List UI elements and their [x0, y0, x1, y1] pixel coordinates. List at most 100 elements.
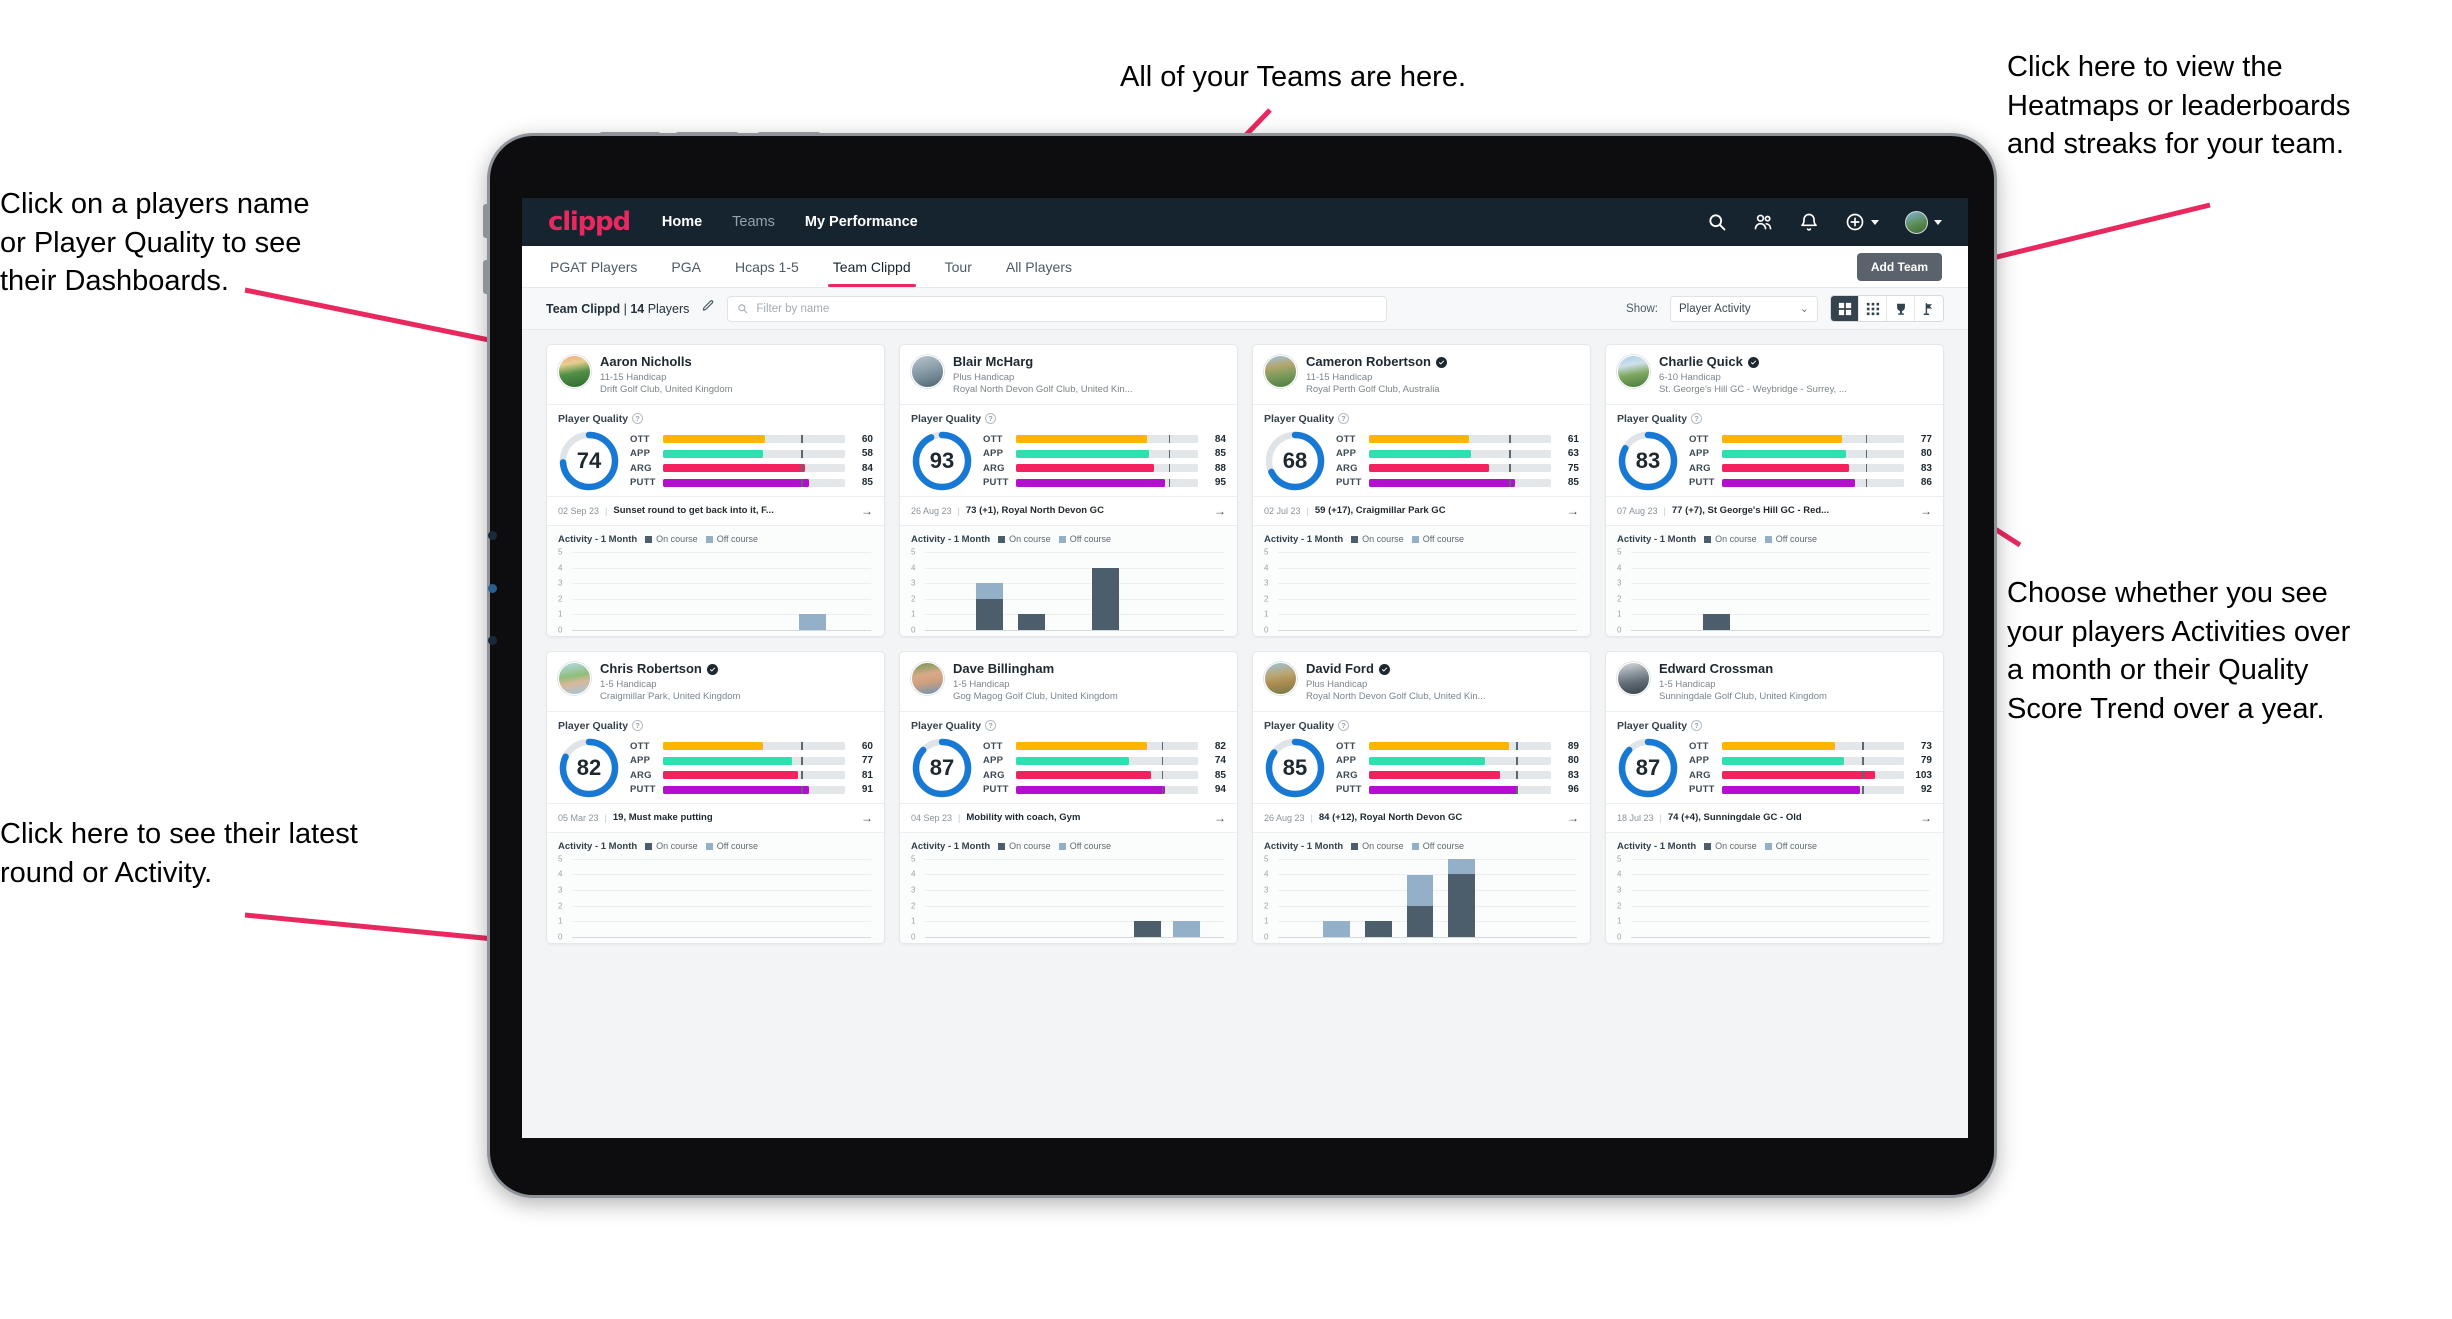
player-quality-section[interactable]: Player Quality ? 83 OTT 77 APP 80 ARG 83…: [1606, 405, 1943, 496]
player-name[interactable]: Cameron Robertson: [1306, 354, 1447, 370]
team-summary-label: Team Clippd | 14 Players: [546, 302, 689, 316]
player-quality-section[interactable]: Player Quality ? 93 OTT 84 APP 85 ARG 88…: [900, 405, 1237, 496]
player-card-header[interactable]: David Ford Plus Handicap Royal North Dev…: [1253, 652, 1590, 712]
view-toggle-flag[interactable]: [1915, 296, 1943, 321]
chart-y-tick: 5: [911, 854, 916, 864]
help-icon[interactable]: ?: [1338, 413, 1350, 425]
latest-round-row[interactable]: 02 Jul 23 | 59 (+17), Craigmillar Park G…: [1253, 495, 1590, 526]
player-name[interactable]: Dave Billingham: [953, 661, 1118, 677]
nav-link-my-performance[interactable]: My Performance: [803, 210, 920, 234]
player-name[interactable]: Chris Robertson: [600, 661, 740, 677]
player-quality-section[interactable]: Player Quality ? 85 OTT 89 APP 80 ARG 83…: [1253, 712, 1590, 803]
player-card-header[interactable]: Chris Robertson 1-5 Handicap Craigmillar…: [547, 652, 884, 712]
search-icon[interactable]: [1707, 212, 1727, 232]
quality-metrics: OTT 77 APP 80 ARG 83 PUTT 86: [1689, 434, 1932, 489]
activity-header: Activity - 1 Month On course Off course: [1264, 841, 1579, 852]
player-card-header[interactable]: Charlie Quick 6-10 Handicap St. George's…: [1606, 345, 1943, 405]
player-quality-section[interactable]: Player Quality ? 68 OTT 61 APP 63 ARG 75…: [1253, 405, 1590, 496]
player-card[interactable]: Dave Billingham 1-5 Handicap Gog Magog G…: [899, 650, 1238, 944]
arrow-right-icon[interactable]: →: [1562, 504, 1579, 518]
list-toolbar: Team Clippd | 14 Players Filter by name: [522, 288, 1968, 330]
latest-round-row[interactable]: 26 Aug 23 | 84 (+12), Royal North Devon …: [1253, 802, 1590, 833]
help-icon[interactable]: ?: [1691, 720, 1703, 732]
latest-round-row[interactable]: 07 Aug 23 | 77 (+7), St George's Hill GC…: [1606, 495, 1943, 526]
player-avatar: [911, 355, 944, 388]
player-card[interactable]: Blair McHarg Plus Handicap Royal North D…: [899, 344, 1238, 637]
chart-y-tick: 1: [1617, 916, 1622, 926]
player-quality-section[interactable]: Player Quality ? 82 OTT 60 APP 77 ARG 81…: [547, 712, 884, 803]
player-card-header[interactable]: Dave Billingham 1-5 Handicap Gog Magog G…: [900, 652, 1237, 712]
player-quality-section[interactable]: Player Quality ? 74 OTT 60 APP 58 ARG 84…: [547, 405, 884, 496]
team-members-icon[interactable]: [1753, 212, 1773, 232]
metric-label: PUTT: [630, 477, 656, 489]
player-name[interactable]: Blair McHarg: [953, 354, 1133, 370]
player-card[interactable]: David Ford Plus Handicap Royal North Dev…: [1252, 650, 1591, 944]
view-toggle-grid-large[interactable]: [1831, 296, 1859, 321]
add-team-button[interactable]: Add Team: [1856, 253, 1942, 281]
player-card[interactable]: Edward Crossman 1-5 Handicap Sunningdale…: [1605, 650, 1944, 944]
clippd-logo[interactable]: clippd: [548, 207, 631, 237]
chart-y-tick: 5: [1617, 854, 1622, 864]
quality-score-donut: 87: [1617, 737, 1679, 799]
player-name[interactable]: Edward Crossman: [1659, 661, 1827, 677]
metric-bar-fill: [1722, 771, 1875, 780]
show-select[interactable]: Player Activity ⌄: [1670, 295, 1818, 322]
arrow-right-icon[interactable]: →: [1209, 504, 1226, 518]
arrow-right-icon[interactable]: →: [1562, 811, 1579, 825]
tab-all-players[interactable]: All Players: [1004, 248, 1074, 286]
player-name[interactable]: Charlie Quick: [1659, 354, 1847, 370]
search-input[interactable]: Filter by name: [727, 295, 1388, 322]
metric-bar-fill: [1016, 771, 1151, 780]
metric-label: PUTT: [1689, 784, 1715, 796]
nav-link-home[interactable]: Home: [660, 210, 704, 234]
edit-team-pencil-icon[interactable]: [701, 299, 715, 318]
chart-plot: [925, 552, 1224, 630]
view-toggle-grid-small[interactable]: [1859, 296, 1887, 321]
help-icon[interactable]: ?: [985, 720, 997, 732]
player-avatar: [911, 661, 944, 695]
arrow-right-icon[interactable]: →: [1915, 811, 1932, 825]
player-card-header[interactable]: Blair McHarg Plus Handicap Royal North D…: [900, 345, 1237, 405]
nav-link-teams[interactable]: Teams: [730, 210, 777, 234]
tab-team-clippd[interactable]: Team Clippd: [827, 248, 916, 287]
view-toggle-trophy[interactable]: [1887, 296, 1915, 321]
player-name[interactable]: David Ford: [1306, 661, 1486, 677]
latest-round-date: 07 Aug 23: [1617, 505, 1658, 516]
arrow-right-icon[interactable]: →: [1915, 504, 1932, 518]
latest-round-row[interactable]: 26 Aug 23 | 73 (+1), Royal North Devon G…: [900, 495, 1237, 526]
latest-round-row[interactable]: 18 Jul 23 | 74 (+4), Sunningdale GC - Ol…: [1606, 802, 1943, 833]
tab-hcaps-1-5[interactable]: Hcaps 1-5: [733, 248, 801, 286]
player-card[interactable]: Chris Robertson 1-5 Handicap Craigmillar…: [546, 650, 885, 944]
help-icon[interactable]: ?: [985, 413, 997, 425]
player-name[interactable]: Aaron Nicholls: [600, 354, 733, 370]
player-card[interactable]: Cameron Robertson 11-15 Handicap Royal P…: [1252, 344, 1591, 637]
player-quality-section[interactable]: Player Quality ? 87 OTT 73 APP 79 ARG 10…: [1606, 712, 1943, 803]
player-card-header[interactable]: Cameron Robertson 11-15 Handicap Royal P…: [1253, 345, 1590, 405]
tab-pga[interactable]: PGA: [669, 248, 703, 286]
player-card[interactable]: Aaron Nicholls 11-15 Handicap Drift Golf…: [546, 344, 885, 637]
chart-y-tick: 3: [1264, 578, 1269, 588]
latest-round-row[interactable]: 05 Mar 23 | 19, Must make putting →: [547, 802, 884, 833]
bell-icon[interactable]: [1799, 212, 1819, 232]
add-menu[interactable]: [1845, 212, 1879, 232]
player-card-header[interactable]: Aaron Nicholls 11-15 Handicap Drift Golf…: [547, 345, 884, 405]
user-menu[interactable]: [1905, 210, 1942, 234]
legend-label-on-course: On course: [1009, 841, 1051, 852]
player-card-header[interactable]: Edward Crossman 1-5 Handicap Sunningdale…: [1606, 652, 1943, 712]
tab-pgat-players[interactable]: PGAT Players: [548, 248, 639, 286]
latest-round-row[interactable]: 04 Sep 23 | Mobility with coach, Gym →: [900, 802, 1237, 833]
arrow-right-icon[interactable]: →: [856, 811, 873, 825]
help-icon[interactable]: ?: [1691, 413, 1703, 425]
help-icon[interactable]: ?: [632, 413, 644, 425]
metric-bar-track: [663, 742, 845, 751]
arrow-right-icon[interactable]: →: [1209, 811, 1226, 825]
player-quality-section[interactable]: Player Quality ? 87 OTT 82 APP 74 ARG 85…: [900, 712, 1237, 803]
arrow-right-icon[interactable]: →: [856, 504, 873, 518]
metric-benchmark-marker: [801, 742, 803, 751]
help-icon[interactable]: ?: [632, 720, 644, 732]
quality-metric-row: APP 79: [1689, 755, 1932, 766]
tab-tour[interactable]: Tour: [943, 248, 974, 286]
latest-round-row[interactable]: 02 Sep 23 | Sunset round to get back int…: [547, 495, 884, 526]
help-icon[interactable]: ?: [1338, 720, 1350, 732]
player-card[interactable]: Charlie Quick 6-10 Handicap St. George's…: [1605, 344, 1944, 637]
